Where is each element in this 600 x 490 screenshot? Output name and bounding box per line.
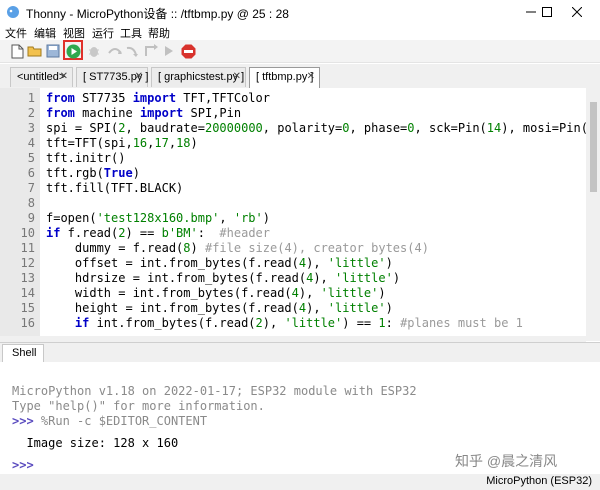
- line-number: 14: [20, 286, 35, 300]
- step-over-button[interactable]: [107, 43, 123, 59]
- line-number-gutter: 1 2 3 4 5 6 7 8 9 10 11 12 13 14 15 16: [0, 88, 40, 341]
- toolbar: [0, 40, 600, 63]
- step-out-icon: [145, 44, 158, 56]
- menu-file[interactable]: 文件: [5, 25, 27, 41]
- new-file-icon: [11, 44, 23, 58]
- close-tab-icon[interactable]: ✕: [233, 71, 241, 82]
- code-line: tft=TFT(spi,16,17,18): [46, 136, 198, 150]
- new-file-button[interactable]: [9, 43, 25, 59]
- line-number: 5: [27, 151, 35, 165]
- title-bar: Thonny - MicroPython设备 :: /tftbmp.py @ 2…: [0, 0, 600, 24]
- code-line: if int.from_bytes(f.read(2), 'little') =…: [74, 316, 523, 330]
- tab-label: [ graphicstest.py ]: [158, 71, 245, 83]
- open-file-button[interactable]: [27, 43, 43, 59]
- window-title: Thonny - MicroPython设备 :: /tftbmp.py @ 2…: [26, 7, 289, 21]
- thonny-app-icon: [7, 6, 19, 18]
- close-icon: [572, 7, 582, 17]
- tab-label: [ tftbmp.py ]: [256, 71, 314, 83]
- code-line: from ST7735 import TFT,TFTColor: [46, 91, 270, 105]
- save-file-button[interactable]: [45, 43, 61, 59]
- menu-run[interactable]: 运行: [92, 25, 114, 41]
- close-window-button[interactable]: [554, 0, 600, 24]
- stop-icon: [181, 44, 195, 58]
- menu-bar: 文件 编辑 视图 运行 工具 帮助: [0, 24, 600, 40]
- menu-edit[interactable]: 编辑: [34, 25, 56, 41]
- scrollbar-thumb[interactable]: [590, 102, 597, 192]
- line-number: 11: [20, 241, 35, 255]
- editor-tab-bar: <untitled> ✕ [ ST7735.py ] ✕ [ graphicst…: [0, 64, 600, 89]
- shell-command: %Run -c $EDITOR_CONTENT: [33, 414, 208, 428]
- interpreter-status[interactable]: MicroPython (ESP32): [486, 475, 592, 487]
- shell-command-line: >>> %Run -c $EDITOR_CONTENT: [12, 414, 207, 429]
- line-number: 2: [27, 106, 35, 120]
- line-number: 4: [27, 136, 35, 150]
- maximize-icon: [542, 7, 552, 17]
- shell-output-line: Image size: 128 x 160: [12, 436, 179, 450]
- shell-prompt: >>>: [12, 414, 34, 428]
- save-icon: [46, 44, 60, 58]
- tab-shell[interactable]: Shell: [2, 344, 44, 363]
- menu-help[interactable]: 帮助: [148, 25, 170, 41]
- shell-panel-header: Shell: [0, 342, 600, 363]
- code-editor[interactable]: 1 2 3 4 5 6 7 8 9 10 11 12 13 14 15 16 f…: [0, 88, 586, 341]
- tab-graphicstest[interactable]: [ graphicstest.py ] ✕: [151, 67, 246, 87]
- shell-banner-line: MicroPython v1.18 on 2022-01-17; ESP32 m…: [12, 384, 417, 398]
- code-line: tft.initr(): [46, 151, 126, 165]
- code-line: from machine import SPI,Pin: [46, 106, 242, 120]
- tab-untitled[interactable]: <untitled> ✕: [10, 67, 73, 87]
- menu-view[interactable]: 视图: [63, 25, 85, 41]
- line-number: 9: [27, 211, 35, 225]
- debug-button[interactable]: [86, 43, 102, 59]
- code-line: tft.rgb(True): [46, 166, 140, 180]
- step-into-icon: [126, 46, 138, 57]
- tab-st7735[interactable]: [ ST7735.py ] ✕: [76, 67, 148, 87]
- code-line: f=open('test128x160.bmp', 'rb'): [46, 211, 270, 225]
- code-line: spi = SPI(2, baudrate=20000000, polarity…: [46, 121, 586, 135]
- editor-vertical-scrollbar[interactable]: [586, 88, 600, 341]
- run-icon: [66, 44, 80, 58]
- resume-icon: [165, 46, 173, 56]
- close-tab-icon[interactable]: ✕: [60, 71, 68, 82]
- resume-button[interactable]: [161, 43, 177, 59]
- close-tab-icon[interactable]: ✕: [135, 71, 143, 82]
- bug-icon: [89, 47, 99, 57]
- line-number: 12: [20, 256, 35, 270]
- stop-button[interactable]: [180, 43, 196, 59]
- line-number: 15: [20, 301, 35, 315]
- line-number: 10: [20, 226, 35, 240]
- step-out-button[interactable]: [143, 43, 159, 59]
- code-line: offset = int.from_bytes(f.read(4), 'litt…: [46, 256, 393, 270]
- tab-label: <untitled>: [17, 71, 66, 83]
- code-line: dummy = f.read(8) #file size(4), creator…: [46, 241, 429, 255]
- code-line: width = int.from_bytes(f.read(4), 'littl…: [46, 286, 386, 300]
- code-line: tft.fill(TFT.BLACK): [46, 181, 184, 195]
- run-button[interactable]: [65, 43, 81, 59]
- watermark-text: 知乎 @晨之清风: [455, 453, 558, 469]
- line-number: 8: [27, 196, 35, 210]
- code-line: hdrsize = int.from_bytes(f.read(4), 'lit…: [46, 271, 401, 285]
- line-number: 6: [27, 166, 35, 180]
- step-into-button[interactable]: [125, 43, 141, 59]
- line-number: 16: [20, 316, 35, 330]
- shell-banner-line: Type "help()" for more information.: [12, 399, 265, 413]
- code-line: if f.read(2) == b'BM': #header: [46, 226, 270, 240]
- tab-tftbmp[interactable]: [ tftbmp.py ] ✕: [249, 67, 320, 89]
- status-bar: MicroPython (ESP32): [0, 474, 600, 490]
- code-line: height = int.from_bytes(f.read(4), 'litt…: [46, 301, 393, 315]
- close-tab-icon[interactable]: ✕: [307, 71, 315, 82]
- line-number: 3: [27, 121, 35, 135]
- menu-tools[interactable]: 工具: [120, 25, 142, 41]
- line-number: 1: [27, 91, 35, 105]
- line-number: 7: [27, 181, 35, 195]
- folder-open-icon: [27, 46, 42, 57]
- shell-input-prompt[interactable]: >>>: [12, 458, 34, 473]
- step-over-icon: [108, 48, 122, 54]
- line-number: 13: [20, 271, 35, 285]
